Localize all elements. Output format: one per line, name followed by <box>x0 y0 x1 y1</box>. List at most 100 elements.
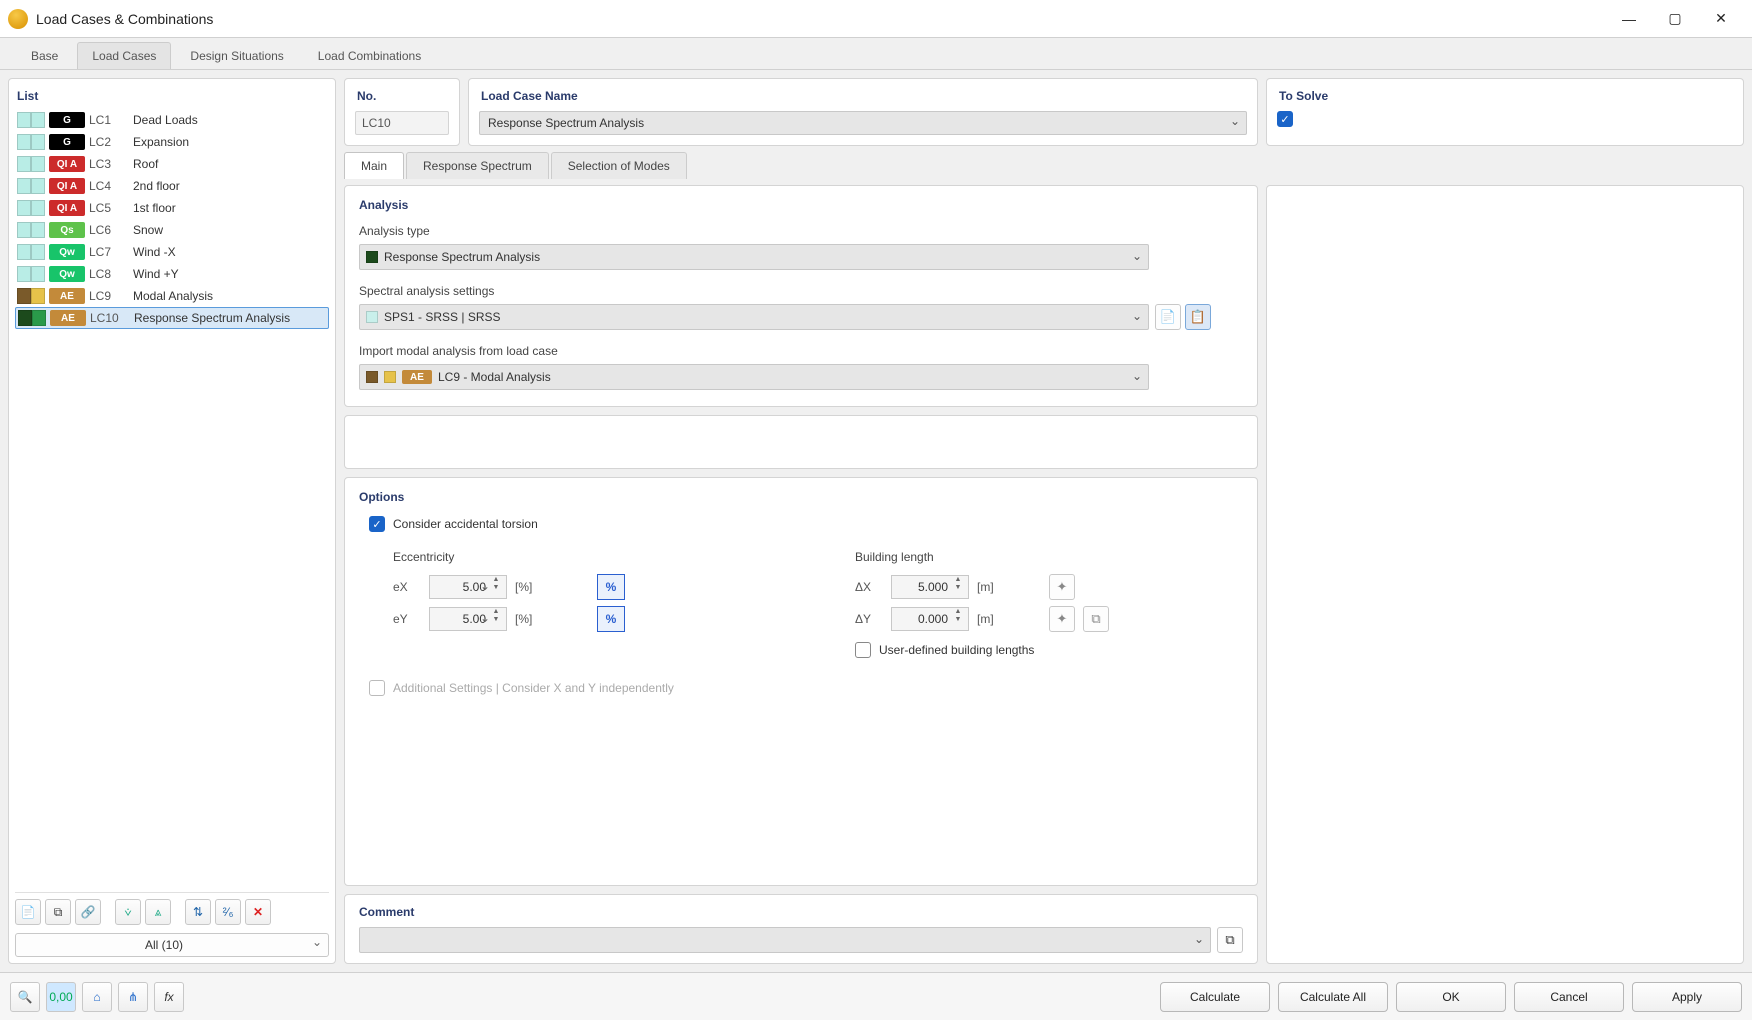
list-swatch-1 <box>17 288 31 304</box>
spectral-label: Spectral analysis settings <box>359 284 1243 298</box>
swap-icon[interactable]: ⇅ <box>185 899 211 925</box>
list-swatch-2 <box>31 200 45 216</box>
dy-input[interactable]: 0.000 ▲▼ <box>891 607 969 631</box>
import-label: Import modal analysis from load case <box>359 344 1243 358</box>
list-code: LC7 <box>89 245 129 259</box>
tree-icon[interactable]: ⋔ <box>118 982 148 1012</box>
new-icon[interactable]: 📄 <box>15 899 41 925</box>
spectral-edit-icon[interactable]: 📋 <box>1185 304 1211 330</box>
tab-load-combinations[interactable]: Load Combinations <box>303 42 436 69</box>
name-select[interactable]: Response Spectrum Analysis <box>479 111 1247 135</box>
list-code: LC10 <box>90 311 130 325</box>
analysis-type-select[interactable]: Response Spectrum Analysis <box>359 244 1149 270</box>
link-icon[interactable]: 🔗 <box>75 899 101 925</box>
list-item[interactable]: QsLC6Snow <box>15 219 329 241</box>
dy-pick-icon[interactable]: ✦ <box>1049 606 1075 632</box>
ey-label: eY <box>393 612 421 626</box>
dy-unit: [m] <box>977 612 1003 626</box>
dy-copy-icon[interactable]: ⧉ <box>1083 606 1109 632</box>
no-box: No. LC10 <box>344 78 460 146</box>
ex-input[interactable]: 5.00 ▲▼ <box>429 575 507 599</box>
ex-step-down[interactable]: ▼ <box>490 584 502 592</box>
import-badge: AE <box>402 370 432 384</box>
renumber-icon[interactable]: ²⁄₆ <box>215 899 241 925</box>
list-filter: All (10) <box>15 933 329 957</box>
list-swatch-1 <box>18 310 32 326</box>
tab-base[interactable]: Base <box>16 42 73 69</box>
building-length-header: Building length <box>855 550 1109 564</box>
search-icon[interactable]: 🔍 <box>10 982 40 1012</box>
list-code: LC9 <box>89 289 129 303</box>
fx-icon[interactable]: fx <box>154 982 184 1012</box>
dx-step-up[interactable]: ▲ <box>952 576 964 584</box>
list-item[interactable]: GLC2Expansion <box>15 131 329 153</box>
list-item[interactable]: QI ALC3Roof <box>15 153 329 175</box>
ey-step-down[interactable]: ▼ <box>490 616 502 624</box>
list-item[interactable]: AELC9Modal Analysis <box>15 285 329 307</box>
list-badge: AE <box>49 288 85 304</box>
list-code: LC4 <box>89 179 129 193</box>
comment-card: Comment ⧉ <box>344 894 1258 964</box>
dy-step-down[interactable]: ▼ <box>952 616 964 624</box>
list-name: Snow <box>133 223 163 237</box>
list-item[interactable]: QI ALC51st floor <box>15 197 329 219</box>
spectral-value: SPS1 - SRSS | SRSS <box>384 310 501 324</box>
ey-value: 5.00 <box>463 612 486 626</box>
list-swatch-1 <box>17 134 31 150</box>
ey-percent-button[interactable]: % <box>597 606 625 632</box>
dx-step-down[interactable]: ▼ <box>952 584 964 592</box>
ex-percent-button[interactable]: % <box>597 574 625 600</box>
dx-pick-icon[interactable]: ✦ <box>1049 574 1075 600</box>
spectral-select[interactable]: SPS1 - SRSS | SRSS <box>359 304 1149 330</box>
to-solve-checkbox[interactable]: ✓ <box>1277 111 1293 127</box>
tab-load-cases[interactable]: Load Cases <box>77 42 171 69</box>
building-length-group: Building length ΔX 5.000 ▲▼ [m] ✦ <box>855 550 1109 658</box>
ey-input[interactable]: 5.00 ▲▼ <box>429 607 507 631</box>
dy-label: ΔY <box>855 612 883 626</box>
dx-input[interactable]: 5.000 ▲▼ <box>891 575 969 599</box>
list-item[interactable]: GLC1Dead Loads <box>15 109 329 131</box>
close-button[interactable]: ✕ <box>1698 4 1744 34</box>
subtab-selection-of-modes[interactable]: Selection of Modes <box>551 152 687 179</box>
check-up-icon[interactable]: ⩓ <box>145 899 171 925</box>
list-item[interactable]: QI ALC42nd floor <box>15 175 329 197</box>
apply-button[interactable]: Apply <box>1632 982 1742 1012</box>
subtab-main[interactable]: Main <box>344 152 404 179</box>
ok-button[interactable]: OK <box>1396 982 1506 1012</box>
ey-step-up[interactable]: ▲ <box>490 608 502 616</box>
list-item[interactable]: QwLC7Wind -X <box>15 241 329 263</box>
list-title: List <box>15 85 329 109</box>
copy-icon[interactable]: ⧉ <box>45 899 71 925</box>
check-down-icon[interactable]: ⩒ <box>115 899 141 925</box>
structure-icon[interactable]: ⌂ <box>82 982 112 1012</box>
calculate-button[interactable]: Calculate <box>1160 982 1270 1012</box>
maximize-button[interactable]: ▢ <box>1652 4 1698 34</box>
top-tab-strip: Base Load Cases Design Situations Load C… <box>0 38 1752 70</box>
import-select[interactable]: AE LC9 - Modal Analysis <box>359 364 1149 390</box>
comment-edit-icon[interactable]: ⧉ <box>1217 927 1243 953</box>
calculate-all-button[interactable]: Calculate All <box>1278 982 1388 1012</box>
name-box: Load Case Name Response Spectrum Analysi… <box>468 78 1258 146</box>
list-swatch-1 <box>17 178 31 194</box>
minimize-button[interactable]: — <box>1606 4 1652 34</box>
comment-input[interactable] <box>359 927 1211 953</box>
filter-select[interactable]: All (10) <box>15 933 329 957</box>
main-left-column: Analysis Analysis type Response Spectrum… <box>344 185 1258 964</box>
list-badge: QI A <box>49 156 85 172</box>
tab-design-situations[interactable]: Design Situations <box>175 42 298 69</box>
additional-settings-label: Additional Settings | Consider X and Y i… <box>393 681 674 695</box>
list-item[interactable]: QwLC8Wind +Y <box>15 263 329 285</box>
list-swatch-2 <box>31 222 45 238</box>
subtab-response-spectrum[interactable]: Response Spectrum <box>406 152 549 179</box>
list-name: Wind +Y <box>133 267 179 281</box>
ex-unit: [%] <box>515 580 541 594</box>
list-item[interactable]: AELC10Response Spectrum Analysis <box>15 307 329 329</box>
cancel-button[interactable]: Cancel <box>1514 982 1624 1012</box>
consider-torsion-checkbox[interactable]: ✓ <box>369 516 385 532</box>
user-defined-checkbox[interactable]: ✓ <box>855 642 871 658</box>
dy-step-up[interactable]: ▲ <box>952 608 964 616</box>
delete-icon[interactable]: ✕ <box>245 899 271 925</box>
units-icon[interactable]: 0,00 <box>46 982 76 1012</box>
ex-step-up[interactable]: ▲ <box>490 576 502 584</box>
spectral-new-icon[interactable]: 📄 <box>1155 304 1181 330</box>
